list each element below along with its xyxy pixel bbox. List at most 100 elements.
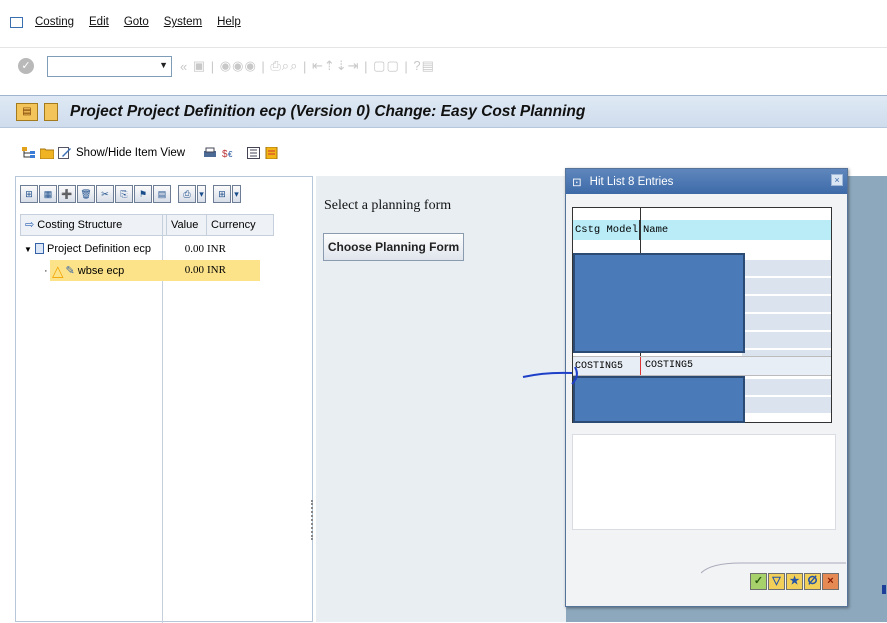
tree-node-label: wbse ecp bbox=[77, 264, 125, 277]
pen-annotation bbox=[522, 366, 578, 385]
table-row[interactable] bbox=[742, 332, 831, 349]
dialog-menu-icon[interactable]: ⊡ bbox=[572, 175, 582, 189]
dialog-title-bar: ⊡ Hit List 8 Entries × bbox=[566, 169, 847, 194]
planning-form-panel: Select a planning form Choose Planning F… bbox=[316, 176, 566, 622]
edit-document-icon: ✎ bbox=[65, 265, 75, 277]
folder-icon[interactable] bbox=[40, 147, 54, 159]
warning-icon: △ bbox=[52, 262, 64, 280]
menu-help[interactable]: Help bbox=[217, 16, 241, 28]
hit-list-header: Cstg Model Name bbox=[573, 220, 831, 240]
delete-icon[interactable]: 🗑 bbox=[77, 184, 95, 203]
tree-node-currency: INR bbox=[207, 242, 226, 255]
note-icon[interactable] bbox=[265, 147, 279, 159]
table-row[interactable] bbox=[742, 397, 831, 414]
exit-icon[interactable] bbox=[10, 16, 23, 28]
menu-system[interactable]: System bbox=[164, 16, 202, 28]
edge-marker bbox=[882, 585, 886, 594]
cancel-icon[interactable]: × bbox=[822, 573, 839, 590]
splitter-handle[interactable] bbox=[311, 500, 314, 540]
hit-list-grid: Cstg Model Name COSTING5 COSTING5 bbox=[572, 207, 832, 423]
cell-cstg-model: COSTING5 bbox=[575, 360, 624, 372]
close-icon[interactable]: × bbox=[831, 174, 843, 186]
show-hide-item-view-button[interactable]: Show/Hide Item View bbox=[76, 147, 185, 159]
menu-costing[interactable]: Costing bbox=[35, 16, 74, 28]
tree-header: ⇨ Costing Structure Value Currency bbox=[20, 214, 274, 236]
print-find-icons[interactable]: ⎙⌕⌕ bbox=[270, 58, 298, 74]
tree-toolbar: ⊞ ▦ ➕ 🗑 ✂ ⎘ ⚑ ▤ ⎙ ▾ ⊞ ▾ bbox=[16, 177, 312, 210]
layout-dropdown-icon[interactable]: ▾ bbox=[232, 184, 241, 203]
menu-goto[interactable]: Goto bbox=[124, 16, 149, 28]
standard-toolbar: ✓ ▼ « ▣ | ◉◉◉ | ⎙⌕⌕ | ⇤⇡⇣⇥ | ▢▢ | ?▤ bbox=[0, 47, 887, 84]
standard-toolbar-icons: « ▣ | ◉◉◉ | ⎙⌕⌕ | ⇤⇡⇣⇥ | ▢▢ | ?▤ bbox=[180, 58, 435, 74]
expand-node-icon[interactable]: ▼ bbox=[24, 245, 32, 254]
save-icon[interactable]: ▣ bbox=[193, 58, 206, 74]
screen-title-bar: ▤ Project Project Definition ecp (Versio… bbox=[0, 95, 887, 128]
print-dropdown-icon[interactable]: ▾ bbox=[197, 184, 206, 203]
redaction-block bbox=[573, 253, 745, 353]
choose-planning-form-button[interactable]: Choose Planning Form bbox=[323, 233, 464, 261]
tree-node-selected: △ ✎ wbse ecp bbox=[50, 260, 166, 281]
list-icon[interactable] bbox=[247, 147, 261, 159]
column-currency[interactable]: Currency bbox=[207, 215, 273, 235]
page-title: Project Project Definition ecp (Version … bbox=[70, 102, 586, 120]
command-field[interactable]: ▼ bbox=[47, 55, 172, 77]
arrow-right-icon: ⇨ bbox=[25, 219, 35, 231]
tree-insert-icon[interactable]: ➕ bbox=[58, 184, 76, 203]
hit-list-dialog: ⊡ Hit List 8 Entries × Cstg Model Name C… bbox=[565, 168, 848, 607]
tree-expand-icon[interactable]: ⊞ bbox=[20, 184, 38, 203]
table-row[interactable] bbox=[742, 260, 831, 277]
chevron-down-icon[interactable]: ▼ bbox=[159, 60, 168, 70]
flag-icon[interactable]: ⚑ bbox=[134, 184, 152, 203]
layout-icon[interactable]: ⊞ bbox=[213, 184, 231, 203]
table-row[interactable] bbox=[742, 379, 831, 396]
planning-form-prompt: Select a planning form bbox=[324, 198, 452, 213]
cell-name: COSTING5 bbox=[640, 357, 693, 375]
column-name[interactable]: Name bbox=[640, 224, 668, 236]
tree-node-currency: INR bbox=[206, 260, 260, 281]
tree-node-value: 0.00 bbox=[184, 242, 204, 255]
dialog-title: Hit List 8 Entries bbox=[589, 175, 674, 188]
enter-check-icon[interactable]: ✓ bbox=[18, 58, 34, 74]
tree-grid-icon[interactable]: ▦ bbox=[39, 184, 57, 203]
filter-icon[interactable]: ▽ bbox=[768, 573, 785, 590]
transaction-icon[interactable]: ▤ bbox=[16, 102, 38, 121]
back-arrows-icon[interactable]: « bbox=[180, 59, 188, 74]
transaction-dropdown-icon[interactable] bbox=[44, 102, 58, 121]
svg-text:€: € bbox=[228, 150, 233, 159]
menu-edit[interactable]: Edit bbox=[89, 16, 109, 28]
application-toolbar: Show/Hide Item View $ € bbox=[0, 136, 887, 170]
tree-node-value: 0.00 bbox=[166, 260, 206, 281]
tree-node-label: Project Definition ecp bbox=[47, 242, 151, 255]
print-tree-icon[interactable]: ⎙ bbox=[178, 184, 196, 203]
table-row[interactable] bbox=[742, 296, 831, 313]
column-cstg-model[interactable]: Cstg Model bbox=[573, 220, 640, 240]
filter-icon[interactable]: ▤ bbox=[153, 184, 171, 203]
menu-bar: Costing Edit Goto System Help bbox=[0, 0, 887, 44]
table-row-costing5[interactable]: COSTING5 COSTING5 bbox=[573, 356, 831, 376]
find-icon[interactable]: ⵁ bbox=[804, 573, 821, 590]
edit-document-icon bbox=[58, 147, 71, 159]
costing-structure-pane: ⊞ ▦ ➕ 🗑 ✂ ⎘ ⚑ ▤ ⎙ ▾ ⊞ ▾ ⇨ Costing Struct… bbox=[15, 176, 313, 623]
session-icons[interactable]: ▢▢ bbox=[373, 58, 400, 74]
table-row[interactable] bbox=[742, 278, 831, 295]
document-icon bbox=[34, 242, 44, 254]
dialog-buttons: ✓ ▽ ★ ⵁ × bbox=[749, 573, 839, 590]
paging-icons[interactable]: ⇤⇡⇣⇥ bbox=[312, 58, 360, 74]
column-costing-structure-label: Costing Structure bbox=[37, 219, 123, 231]
column-costing-structure[interactable]: ⇨ Costing Structure bbox=[21, 215, 167, 235]
print-icon[interactable] bbox=[203, 147, 217, 159]
navigation-icons[interactable]: ◉◉◉ bbox=[220, 58, 257, 74]
column-value[interactable]: Value bbox=[167, 215, 207, 235]
table-row[interactable] bbox=[742, 314, 831, 331]
confirm-check-icon[interactable]: ✓ bbox=[750, 573, 767, 590]
hierarchy-icon[interactable] bbox=[22, 147, 36, 159]
new-selection-icon[interactable]: ★ bbox=[786, 573, 803, 590]
currency-icon[interactable]: $ € bbox=[221, 147, 236, 159]
tree-row-wbse[interactable]: · △ ✎ wbse ecp 0.00 INR bbox=[20, 260, 274, 281]
cut-icon[interactable]: ✂ bbox=[96, 184, 114, 203]
help-icons[interactable]: ?▤ bbox=[413, 58, 435, 74]
copy-icon[interactable]: ⎘ bbox=[115, 184, 133, 203]
dialog-empty-area bbox=[572, 434, 836, 530]
tree-row-project-definition[interactable]: ▼ Project Definition ecp 0.00 INR bbox=[20, 238, 274, 259]
tree-node-label-container: ▼ Project Definition ecp bbox=[20, 242, 166, 255]
